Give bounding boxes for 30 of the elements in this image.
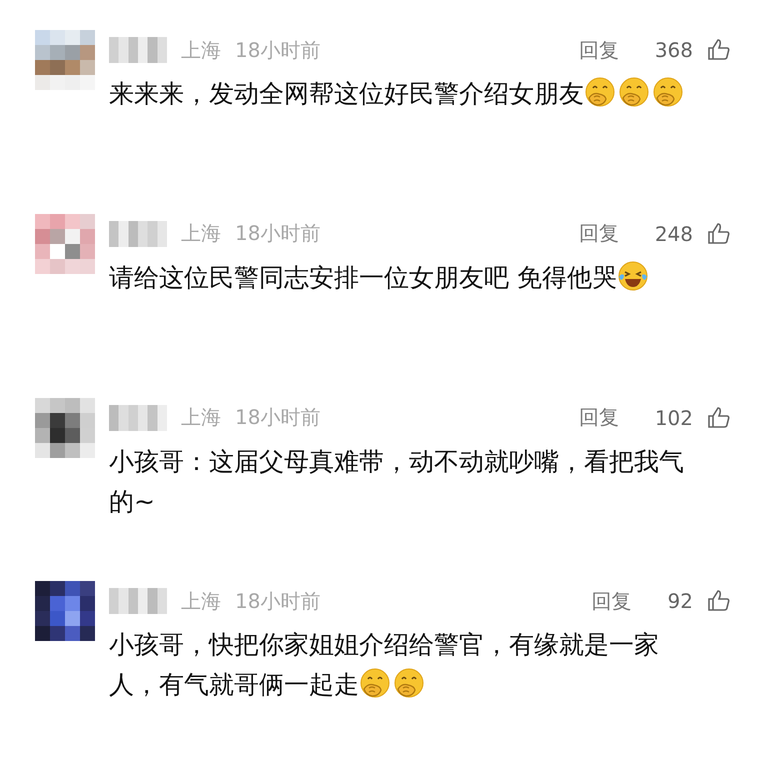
location-label: 上海 — [181, 36, 221, 64]
hand-over-mouth-emoji-icon — [359, 667, 391, 700]
hand-over-mouth-emoji-icon — [584, 76, 616, 108]
laughing-tears-emoji-icon — [616, 260, 649, 292]
time-label: 18小时前 — [235, 220, 320, 248]
thumbs-up-icon[interactable] — [707, 406, 731, 430]
comment-text: 来来来，发动全网帮这位好民警介绍女朋友 — [109, 74, 701, 114]
comment-text: 小孩哥，快把你家姐姐介绍给警官，有缘就是一家人，有气就哥俩一起走 — [109, 629, 660, 702]
time-label: 18小时前 — [235, 588, 320, 615]
thumbs-up-icon[interactable] — [707, 222, 731, 246]
comment-text: 请给这位民警同志安排一位女朋友吧 免得他哭 — [109, 258, 701, 298]
location-label: 上海 — [181, 220, 221, 248]
thumbs-up-icon[interactable] — [707, 589, 731, 614]
time-label: 18小时前 — [235, 36, 320, 64]
like-count: 92 — [668, 589, 693, 614]
reply-link[interactable]: 回复 — [578, 404, 619, 431]
reply-link[interactable]: 回复 — [592, 588, 632, 615]
like-count: 248 — [654, 222, 693, 246]
thumbs-up-icon[interactable] — [707, 38, 731, 62]
hand-over-mouth-emoji-icon — [393, 667, 425, 700]
hand-over-mouth-emoji-icon — [652, 76, 684, 108]
like-count: 368 — [654, 38, 693, 62]
reply-link[interactable]: 回复 — [578, 36, 619, 64]
comment-text: 小孩哥：这届父母真难带，动不动就吵嘴，看把我气的~ — [109, 446, 685, 518]
time-label: 18小时前 — [235, 404, 320, 431]
like-count: 102 — [654, 406, 693, 430]
location-label: 上海 — [181, 404, 221, 431]
reply-link[interactable]: 回复 — [578, 220, 619, 248]
hand-over-mouth-emoji-icon — [618, 76, 650, 108]
location-label: 上海 — [181, 588, 221, 615]
